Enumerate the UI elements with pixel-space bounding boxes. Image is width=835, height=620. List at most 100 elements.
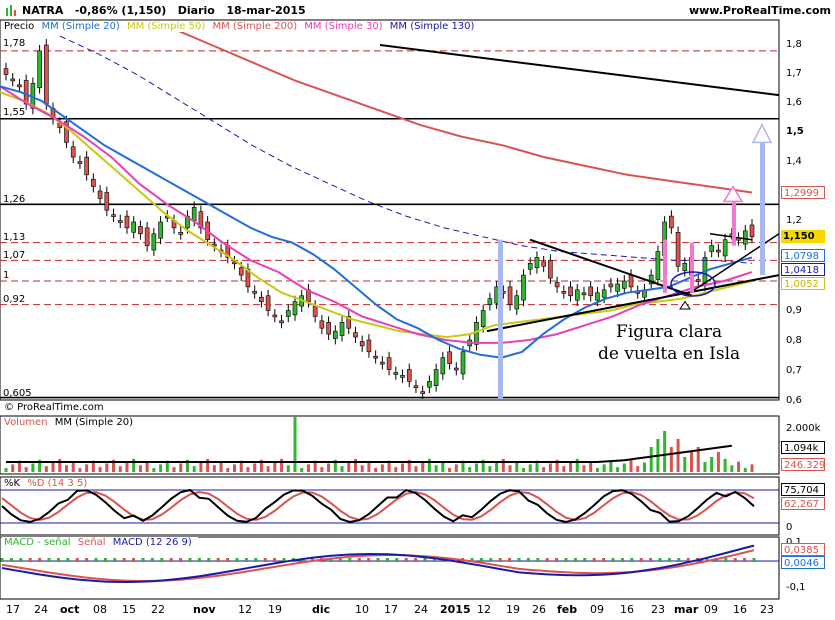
candle-body bbox=[366, 339, 372, 353]
volume-bar bbox=[683, 457, 687, 472]
volume-bar bbox=[676, 439, 680, 472]
legend-volume-ma: MM (Simple 20) bbox=[54, 417, 134, 428]
volume-bar bbox=[454, 464, 458, 472]
volume-bar bbox=[595, 468, 599, 472]
ma200-value-box: 1,2999 bbox=[781, 186, 825, 199]
volume-bar bbox=[602, 464, 606, 472]
candle-body bbox=[568, 286, 573, 297]
macd-hist-bar bbox=[367, 558, 371, 562]
volume-bar bbox=[24, 467, 28, 472]
macd-hist-bar bbox=[273, 558, 277, 562]
level-label: 1,13 bbox=[3, 232, 26, 243]
y-tick: 0,6 bbox=[786, 395, 802, 406]
macd-hist-bar bbox=[752, 558, 756, 562]
candle-body bbox=[44, 44, 49, 105]
macd-hist-bar bbox=[113, 558, 117, 562]
ma130-value-box: 1,0418 bbox=[781, 263, 825, 276]
volume-bar bbox=[642, 462, 646, 472]
macd-hist-bar bbox=[639, 558, 643, 562]
candle-body bbox=[655, 251, 661, 280]
volume-bar bbox=[421, 462, 425, 472]
volume-bar bbox=[488, 466, 492, 472]
pink-bar-2 bbox=[690, 242, 694, 293]
macd-hist-bar bbox=[75, 558, 79, 562]
volume-bar bbox=[448, 468, 452, 472]
last-price-box: 1,150 bbox=[781, 230, 825, 243]
y-tick: 0,9 bbox=[786, 305, 802, 316]
candle-body bbox=[433, 369, 439, 387]
legend-ma200: MM (Simple 200) bbox=[212, 21, 298, 32]
volume-bar bbox=[11, 464, 15, 472]
candle-body bbox=[319, 320, 325, 329]
volume-bar bbox=[152, 468, 156, 472]
price-chart[interactable] bbox=[0, 0, 835, 620]
macd-hist-bar bbox=[602, 558, 606, 562]
candle-body bbox=[574, 289, 580, 301]
candle-body bbox=[581, 292, 587, 296]
candle-body bbox=[554, 282, 560, 288]
volume-bar bbox=[750, 464, 754, 472]
candle-body bbox=[104, 192, 110, 211]
volume-bar bbox=[528, 464, 532, 472]
volume-bar bbox=[542, 467, 546, 472]
macd-hist-bar bbox=[743, 558, 747, 562]
volume-bar bbox=[138, 465, 142, 472]
ma130-line bbox=[59, 35, 753, 264]
macd-hist-bar bbox=[573, 558, 577, 562]
candle-body bbox=[191, 206, 197, 221]
macd-hist-bar bbox=[423, 558, 427, 562]
candle-body bbox=[124, 215, 130, 229]
candle-body bbox=[144, 227, 150, 246]
macd-hist-bar bbox=[47, 558, 51, 562]
x-tick: 08 bbox=[93, 603, 107, 616]
level-label: 1 bbox=[3, 270, 10, 281]
volume-bar bbox=[737, 461, 741, 472]
x-tick: 24 bbox=[34, 603, 48, 616]
macd-hist-bar bbox=[188, 558, 192, 562]
candle-body bbox=[716, 249, 721, 253]
legend-k: %K bbox=[4, 478, 21, 489]
annotation-text: Figura clara de vuelta en Isla bbox=[598, 321, 740, 365]
macd-hist-bar bbox=[357, 558, 361, 562]
y-tick: 1,6 bbox=[786, 97, 802, 108]
candle-body bbox=[131, 221, 136, 233]
macd-hist-bar bbox=[526, 558, 530, 562]
x-tick: dic bbox=[312, 603, 331, 616]
volume-bar bbox=[468, 467, 472, 472]
x-tick: mar bbox=[674, 603, 699, 616]
x-tick: 10 bbox=[355, 603, 369, 616]
macd-hist-bar bbox=[169, 558, 173, 562]
candle-body bbox=[507, 286, 513, 305]
volume-ma-line bbox=[6, 444, 732, 463]
candle-body bbox=[10, 78, 16, 82]
candle-body bbox=[400, 375, 405, 378]
macd-hist-bar bbox=[583, 558, 587, 562]
volume-bar bbox=[562, 466, 566, 472]
macd-hist-bar bbox=[489, 558, 493, 562]
y-tick: 1,7 bbox=[786, 68, 802, 79]
macd-hist-bar bbox=[132, 558, 136, 562]
macd-hist-bar bbox=[19, 558, 23, 562]
candle-body bbox=[440, 357, 446, 375]
candle-body bbox=[138, 226, 143, 235]
y-tick: 1,2 bbox=[786, 215, 802, 226]
legend-ma30: MM (Simple 30) bbox=[304, 21, 383, 32]
candle-body bbox=[548, 260, 553, 279]
volume-bar bbox=[105, 463, 109, 472]
candle-body bbox=[111, 214, 116, 217]
volume-bar bbox=[616, 467, 620, 472]
level-label: 1,55 bbox=[3, 107, 26, 118]
macd-line bbox=[1, 544, 755, 584]
projection-target-1 bbox=[751, 122, 773, 144]
x-tick: 12 bbox=[238, 603, 252, 616]
volume-bar bbox=[31, 463, 35, 472]
volume-bar bbox=[212, 465, 216, 472]
level-label: 0,605 bbox=[3, 388, 32, 399]
candle-body bbox=[487, 298, 493, 305]
volume-bar bbox=[394, 467, 398, 472]
macd-hist-bar bbox=[517, 558, 521, 562]
volume-bar bbox=[58, 458, 62, 472]
macd-hist-bar bbox=[498, 558, 502, 562]
macd-hist-bar bbox=[66, 558, 70, 562]
candle-body bbox=[722, 239, 728, 257]
